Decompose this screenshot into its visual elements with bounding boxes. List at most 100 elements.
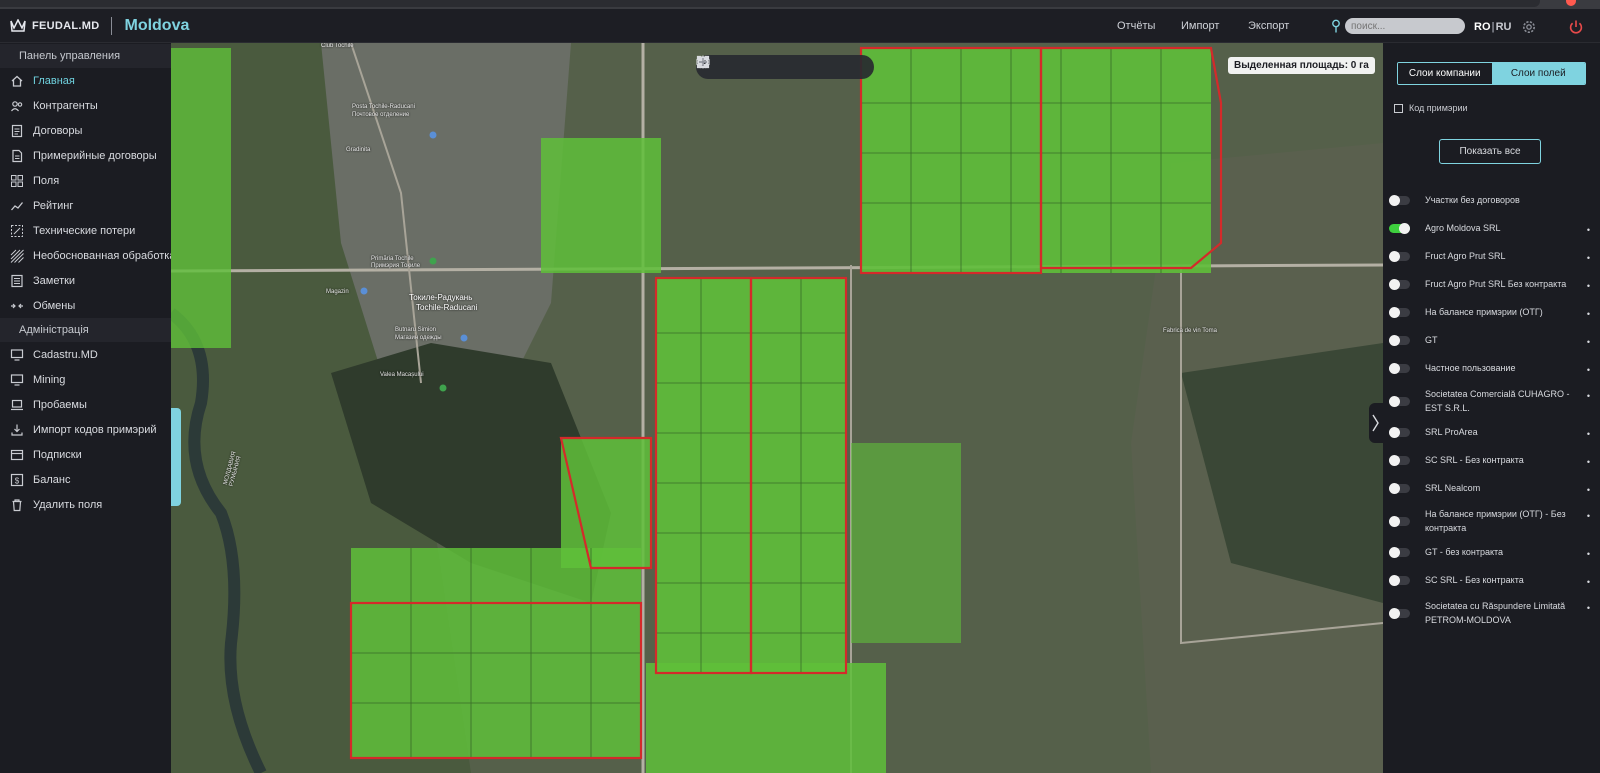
- lang-ro[interactable]: RO: [1474, 21, 1491, 33]
- layer-toggle[interactable]: [1389, 222, 1410, 234]
- layer-item[interactable]: Участки без договоров: [1389, 193, 1595, 207]
- sidebar-item-contracts[interactable]: Договоры: [0, 118, 171, 143]
- layer-item[interactable]: GT - без контракта •: [1389, 545, 1595, 559]
- sidebar-item-import-codes[interactable]: Импорт кодов примэрий: [0, 417, 171, 442]
- layer-item[interactable]: Societatea Comercială CUHAGRO - EST S.R.…: [1389, 387, 1595, 415]
- home-icon: [11, 75, 23, 87]
- marker-butnaru[interactable]: [460, 334, 468, 342]
- sidebar-item-subscriptions[interactable]: Подписки: [0, 442, 171, 467]
- field-block-nw[interactable]: [541, 138, 661, 273]
- sidebar-item-notes[interactable]: Заметки: [0, 268, 171, 293]
- mayoral-code-option[interactable]: Код примэрии: [1394, 103, 1468, 113]
- nav-import[interactable]: Импорт: [1181, 20, 1219, 32]
- layer-toggle[interactable]: [1389, 546, 1410, 558]
- layer-label: SRL ProArea: [1425, 427, 1478, 437]
- layer-toggle[interactable]: [1389, 426, 1410, 438]
- sidebar-item-label: Mining: [33, 373, 66, 386]
- field-block-far-west[interactable]: [171, 48, 231, 348]
- sidebar-item-unjustified-processing[interactable]: Необоснованная обработка: [0, 243, 171, 268]
- logo[interactable]: FEUDAL.MD Moldova: [10, 17, 189, 35]
- sidebar-item-label: Удалить поля: [33, 498, 103, 511]
- sidebar-item-cadastru[interactable]: Cadastru.MD: [0, 342, 171, 367]
- layer-item[interactable]: GT •: [1389, 333, 1595, 347]
- layer-toggle[interactable]: [1389, 334, 1410, 346]
- layer-item[interactable]: Частное пользование •: [1389, 361, 1595, 375]
- sidebar-item-label: Поля: [33, 174, 60, 187]
- section-panel-header: Панель управления: [0, 44, 171, 68]
- notes-icon: [11, 274, 23, 287]
- layer-toggle[interactable]: [1389, 306, 1410, 318]
- language-switch[interactable]: RO|RU: [1474, 21, 1511, 33]
- sidebar-item-technical-losses[interactable]: Технические потери: [0, 218, 171, 243]
- marker-primaria[interactable]: [429, 257, 437, 265]
- power-icon[interactable]: [1568, 19, 1584, 35]
- chart-icon: [11, 201, 24, 210]
- label-posta-sub: Почтовое отделение: [352, 112, 410, 118]
- fullscreen-icon[interactable]: [696, 55, 710, 69]
- sidebar-item-fields[interactable]: Поля: [0, 168, 171, 193]
- gear-icon[interactable]: [1521, 19, 1537, 35]
- field-block-mid[interactable]: [561, 438, 651, 568]
- label-posta: Posta Tochile-Raducani: [352, 104, 415, 110]
- marker-valea[interactable]: [439, 384, 447, 392]
- label-valea: Valea Macașului: [380, 372, 424, 378]
- layer-toggle[interactable]: [1389, 250, 1410, 262]
- lang-ru[interactable]: RU: [1496, 21, 1512, 33]
- field-block-south[interactable]: [646, 663, 886, 773]
- layer-toggle[interactable]: [1389, 454, 1410, 466]
- layer-item[interactable]: SRL ProArea •: [1389, 425, 1595, 439]
- field-block-ne[interactable]: [861, 48, 1211, 273]
- layer-item[interactable]: Fruct Agro Prut SRL •: [1389, 249, 1595, 263]
- panel-collapse-handle[interactable]: [1369, 403, 1383, 443]
- sidebar-item-balance[interactable]: $ Баланс: [0, 467, 171, 492]
- layer-item[interactable]: SRL Nealcom •: [1389, 481, 1595, 495]
- label-magazin: Magazin: [326, 289, 349, 295]
- sidebar-collapse-handle[interactable]: [171, 408, 181, 506]
- layer-toggle[interactable]: [1389, 395, 1410, 407]
- nav-reports[interactable]: Отчёты: [1117, 20, 1155, 32]
- sidebar-item-label: Контрагенты: [33, 99, 98, 112]
- chevron-right-icon: [1372, 414, 1379, 432]
- marker-magazin[interactable]: [360, 287, 368, 295]
- sidebar-item-label: Заметки: [33, 274, 76, 287]
- sidebar-item-exchanges[interactable]: Обмены: [0, 293, 171, 318]
- document-icon: [12, 149, 23, 162]
- field-block-scatter[interactable]: [851, 443, 961, 643]
- mayoral-code-checkbox[interactable]: [1394, 103, 1403, 113]
- layer-toggle[interactable]: [1389, 574, 1410, 586]
- sidebar-item-home[interactable]: Главная: [0, 68, 171, 93]
- hatch-icon: [10, 249, 24, 263]
- layer-item[interactable]: На балансе примэрии (ОТГ) •: [1389, 305, 1595, 319]
- sidebar-item-rating[interactable]: Рейтинг: [0, 193, 171, 218]
- layer-toggle[interactable]: [1389, 194, 1410, 206]
- layer-toggle[interactable]: [1389, 515, 1410, 527]
- layers-panel: Слои компании Слои полей Код примэрии По…: [1369, 43, 1600, 773]
- layer-item[interactable]: Agro Moldova SRL •: [1389, 221, 1595, 235]
- map-toolbar: [696, 55, 874, 79]
- layer-color-dot: •: [1586, 511, 1590, 521]
- layer-item[interactable]: SC SRL - Без контракта •: [1389, 573, 1595, 587]
- sidebar-item-mayoral-contracts[interactable]: Примерийные договоры: [0, 143, 171, 168]
- show-all-button[interactable]: Показать все: [1439, 139, 1541, 164]
- sidebar-item-delete-fields[interactable]: Удалить поля: [0, 492, 171, 517]
- layer-toggle[interactable]: [1389, 278, 1410, 290]
- search-input[interactable]: [1345, 18, 1465, 34]
- layer-item[interactable]: Fruct Agro Prut SRL Без контракта •: [1389, 277, 1595, 291]
- layer-toggle[interactable]: [1389, 607, 1410, 619]
- layer-item[interactable]: Societatea cu Răspundere Limitată PETROM…: [1389, 599, 1595, 627]
- marker-posta[interactable]: [429, 131, 437, 139]
- nav-export[interactable]: Экспорт: [1248, 20, 1289, 32]
- sidebar-item-problems[interactable]: Пробаемы: [0, 392, 171, 417]
- tab-field-layers[interactable]: Слои полей: [1491, 63, 1585, 84]
- svg-text:$: $: [15, 476, 20, 485]
- tab-company-layers[interactable]: Слои компании: [1398, 63, 1492, 84]
- sidebar-item-mining[interactable]: Mining: [0, 367, 171, 392]
- satellite-map[interactable]: Club Tochile Posta Tochile-Raducani Почт…: [171, 43, 1383, 773]
- sidebar-item-contractors[interactable]: Контрагенты: [0, 93, 171, 118]
- layer-color-dot: •: [1586, 577, 1590, 587]
- layer-toggle[interactable]: [1389, 482, 1410, 494]
- layer-toggle[interactable]: [1389, 362, 1410, 374]
- sidebar-item-label: Договоры: [33, 124, 83, 137]
- layer-item[interactable]: SC SRL - Без контракта •: [1389, 453, 1595, 467]
- layer-item[interactable]: На балансе примэрии (ОТГ) - Без контракт…: [1389, 507, 1595, 535]
